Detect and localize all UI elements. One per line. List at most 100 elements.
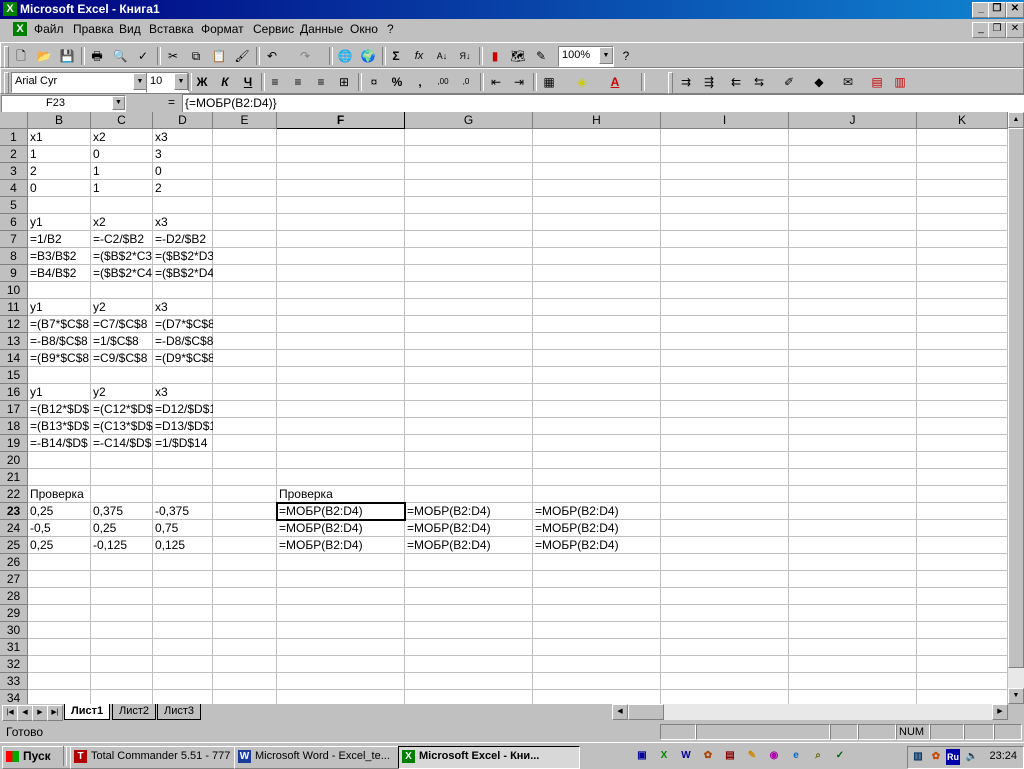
cell-c6[interactable]: x2: [91, 214, 153, 231]
worksheet-grid[interactable]: BCDEFGHIJK 1 2 3 4 5 6 7 8 9 10 11 12 13 14 15 16 17 18 19…: [0, 112, 1008, 704]
chevron-down-icon[interactable]: ▼: [599, 47, 613, 64]
cell-d13[interactable]: =-D8/$C$8: [153, 333, 213, 350]
menu-help[interactable]: ?: [387, 22, 394, 36]
cell-f24[interactable]: =МОБР(B2:D4): [277, 520, 405, 537]
row-header-26[interactable]: 26: [0, 554, 28, 571]
cell-b6[interactable]: y1: [28, 214, 91, 231]
cell-b7[interactable]: =1/B2: [28, 231, 91, 248]
row-header-10[interactable]: 10: [0, 282, 28, 299]
row-header-3[interactable]: 3: [0, 163, 28, 180]
hyperlink-icon[interactable]: 🌐: [334, 46, 356, 66]
increase-indent-icon[interactable]: ⇥: [508, 72, 530, 92]
cell-b9[interactable]: =B4/B$2: [28, 265, 91, 282]
cell-b4[interactable]: 0: [28, 180, 91, 197]
paste-function-icon[interactable]: fx: [408, 46, 430, 66]
row-header-31[interactable]: 31: [0, 639, 28, 656]
cell-c8[interactable]: =($B$2*C3: [91, 248, 153, 265]
cell-c1[interactable]: x2: [91, 129, 153, 146]
quicklaunch-media-icon[interactable]: ◉: [766, 748, 782, 764]
cell-d17[interactable]: =D12/$D$14: [153, 401, 213, 418]
cell-f25[interactable]: =МОБР(B2:D4): [277, 537, 405, 554]
cell-c16[interactable]: y2: [91, 384, 153, 401]
merge-center-icon[interactable]: ⊞: [333, 72, 355, 92]
cell-c2[interactable]: 0: [91, 146, 153, 163]
column-header-c[interactable]: C: [91, 112, 153, 129]
cell-b24[interactable]: -0,5: [28, 520, 91, 537]
desktop-icon[interactable]: ▣: [634, 748, 650, 764]
trace-precedents-icon[interactable]: ⇉: [675, 72, 697, 92]
toolbar-grip[interactable]: [4, 72, 9, 94]
cell-h25[interactable]: =МОБР(B2:D4): [533, 537, 661, 554]
cell-c3[interactable]: 1: [91, 163, 153, 180]
cell-b18[interactable]: =(B13*$D$: [28, 418, 91, 435]
quicklaunch-access-icon[interactable]: ✿: [700, 748, 716, 764]
row-header-19[interactable]: 19: [0, 435, 28, 452]
underline-button[interactable]: Ч: [237, 72, 259, 92]
format-painter-icon[interactable]: 🖌: [231, 46, 253, 66]
prev-sheet-icon[interactable]: ◀: [17, 705, 33, 721]
new-comment-icon[interactable]: ✉: [837, 72, 859, 92]
row-header-33[interactable]: 33: [0, 673, 28, 690]
drawing-icon[interactable]: ✎: [530, 46, 552, 66]
row-header-29[interactable]: 29: [0, 605, 28, 622]
internet-explorer-icon[interactable]: e: [788, 748, 804, 764]
quicklaunch-search-icon[interactable]: ⌕: [810, 748, 826, 764]
start-button[interactable]: Пуск: [2, 746, 80, 769]
row-header-4[interactable]: 4: [0, 180, 28, 197]
cell-b16[interactable]: y1: [28, 384, 91, 401]
name-box[interactable]: F23 ▼: [1, 95, 126, 113]
zoom-select[interactable]: 100% ▼: [558, 46, 614, 67]
print-preview-icon[interactable]: 🔍: [109, 46, 131, 66]
vertical-scroll-thumb[interactable]: [1008, 128, 1024, 668]
row-header-6[interactable]: 6: [0, 214, 28, 231]
select-all-corner[interactable]: [0, 112, 28, 129]
web-toolbar-icon[interactable]: 🌍: [357, 46, 379, 66]
excel-app-icon[interactable]: X: [3, 2, 17, 16]
menu-window[interactable]: Окно: [350, 22, 378, 36]
column-header-j[interactable]: J: [789, 112, 917, 129]
map-icon[interactable]: 🗺: [507, 46, 529, 66]
cell-b14[interactable]: =(B9*$C$8: [28, 350, 91, 367]
cell-d1[interactable]: x3: [153, 129, 213, 146]
column-header-d[interactable]: D: [153, 112, 213, 129]
cell-d18[interactable]: =D13/$D$14: [153, 418, 213, 435]
decrease-decimal-icon[interactable]: ,0: [455, 72, 477, 92]
row-header-24[interactable]: 24: [0, 520, 28, 537]
row-header-30[interactable]: 30: [0, 622, 28, 639]
menu-edit[interactable]: Правка: [73, 22, 114, 36]
sheet-tab-3[interactable]: Лист3: [157, 704, 202, 720]
cell-d24[interactable]: 0,75: [153, 520, 213, 537]
remove-dependent-arrows-icon[interactable]: ⇆: [748, 72, 770, 92]
cell-b19[interactable]: =-B14/$D$: [28, 435, 91, 452]
cell-d12[interactable]: =(D7*$C$8: [153, 316, 213, 333]
font-color-icon[interactable]: A: [604, 72, 626, 92]
toolbar-grip[interactable]: [668, 72, 673, 94]
row-header-15[interactable]: 15: [0, 367, 28, 384]
office-assistant-icon[interactable]: ?: [615, 46, 637, 66]
chevron-down-icon[interactable]: ▼: [133, 73, 147, 90]
cell-b22[interactable]: Проверка: [28, 486, 91, 503]
quicklaunch-notes-icon[interactable]: ✓: [832, 748, 848, 764]
cell-g25[interactable]: =МОБР(B2:D4): [405, 537, 533, 554]
cell-d8[interactable]: =($B$2*D3: [153, 248, 213, 265]
row-header-20[interactable]: 20: [0, 452, 28, 469]
document-icon[interactable]: X: [13, 22, 27, 36]
task-excel[interactable]: X Microsoft Excel - Кни...: [398, 746, 580, 769]
quicklaunch-excel-icon[interactable]: X: [656, 748, 672, 764]
row-header-7[interactable]: 7: [0, 231, 28, 248]
cell-c19[interactable]: =-C14/$D$: [91, 435, 153, 452]
cell-b1[interactable]: x1: [28, 129, 91, 146]
font-name-select[interactable]: Arial Cyr ▼: [11, 72, 148, 93]
copy-icon[interactable]: ⧉: [185, 46, 207, 66]
row-header-23[interactable]: 23: [0, 503, 28, 520]
close-icon[interactable]: ✕: [1006, 2, 1024, 18]
volume-icon[interactable]: 🔈: [964, 749, 980, 765]
cell-c12[interactable]: =C7/$C$8: [91, 316, 153, 333]
toolbar-grip[interactable]: [4, 46, 9, 68]
row-header-21[interactable]: 21: [0, 469, 28, 486]
chart-wizard-icon[interactable]: ▮: [484, 46, 506, 66]
row-header-8[interactable]: 8: [0, 248, 28, 265]
column-header-k[interactable]: K: [917, 112, 1008, 129]
scroll-up-icon[interactable]: ▲: [1008, 112, 1024, 128]
horizontal-scrollbar[interactable]: ◀ ▶: [612, 704, 1008, 720]
